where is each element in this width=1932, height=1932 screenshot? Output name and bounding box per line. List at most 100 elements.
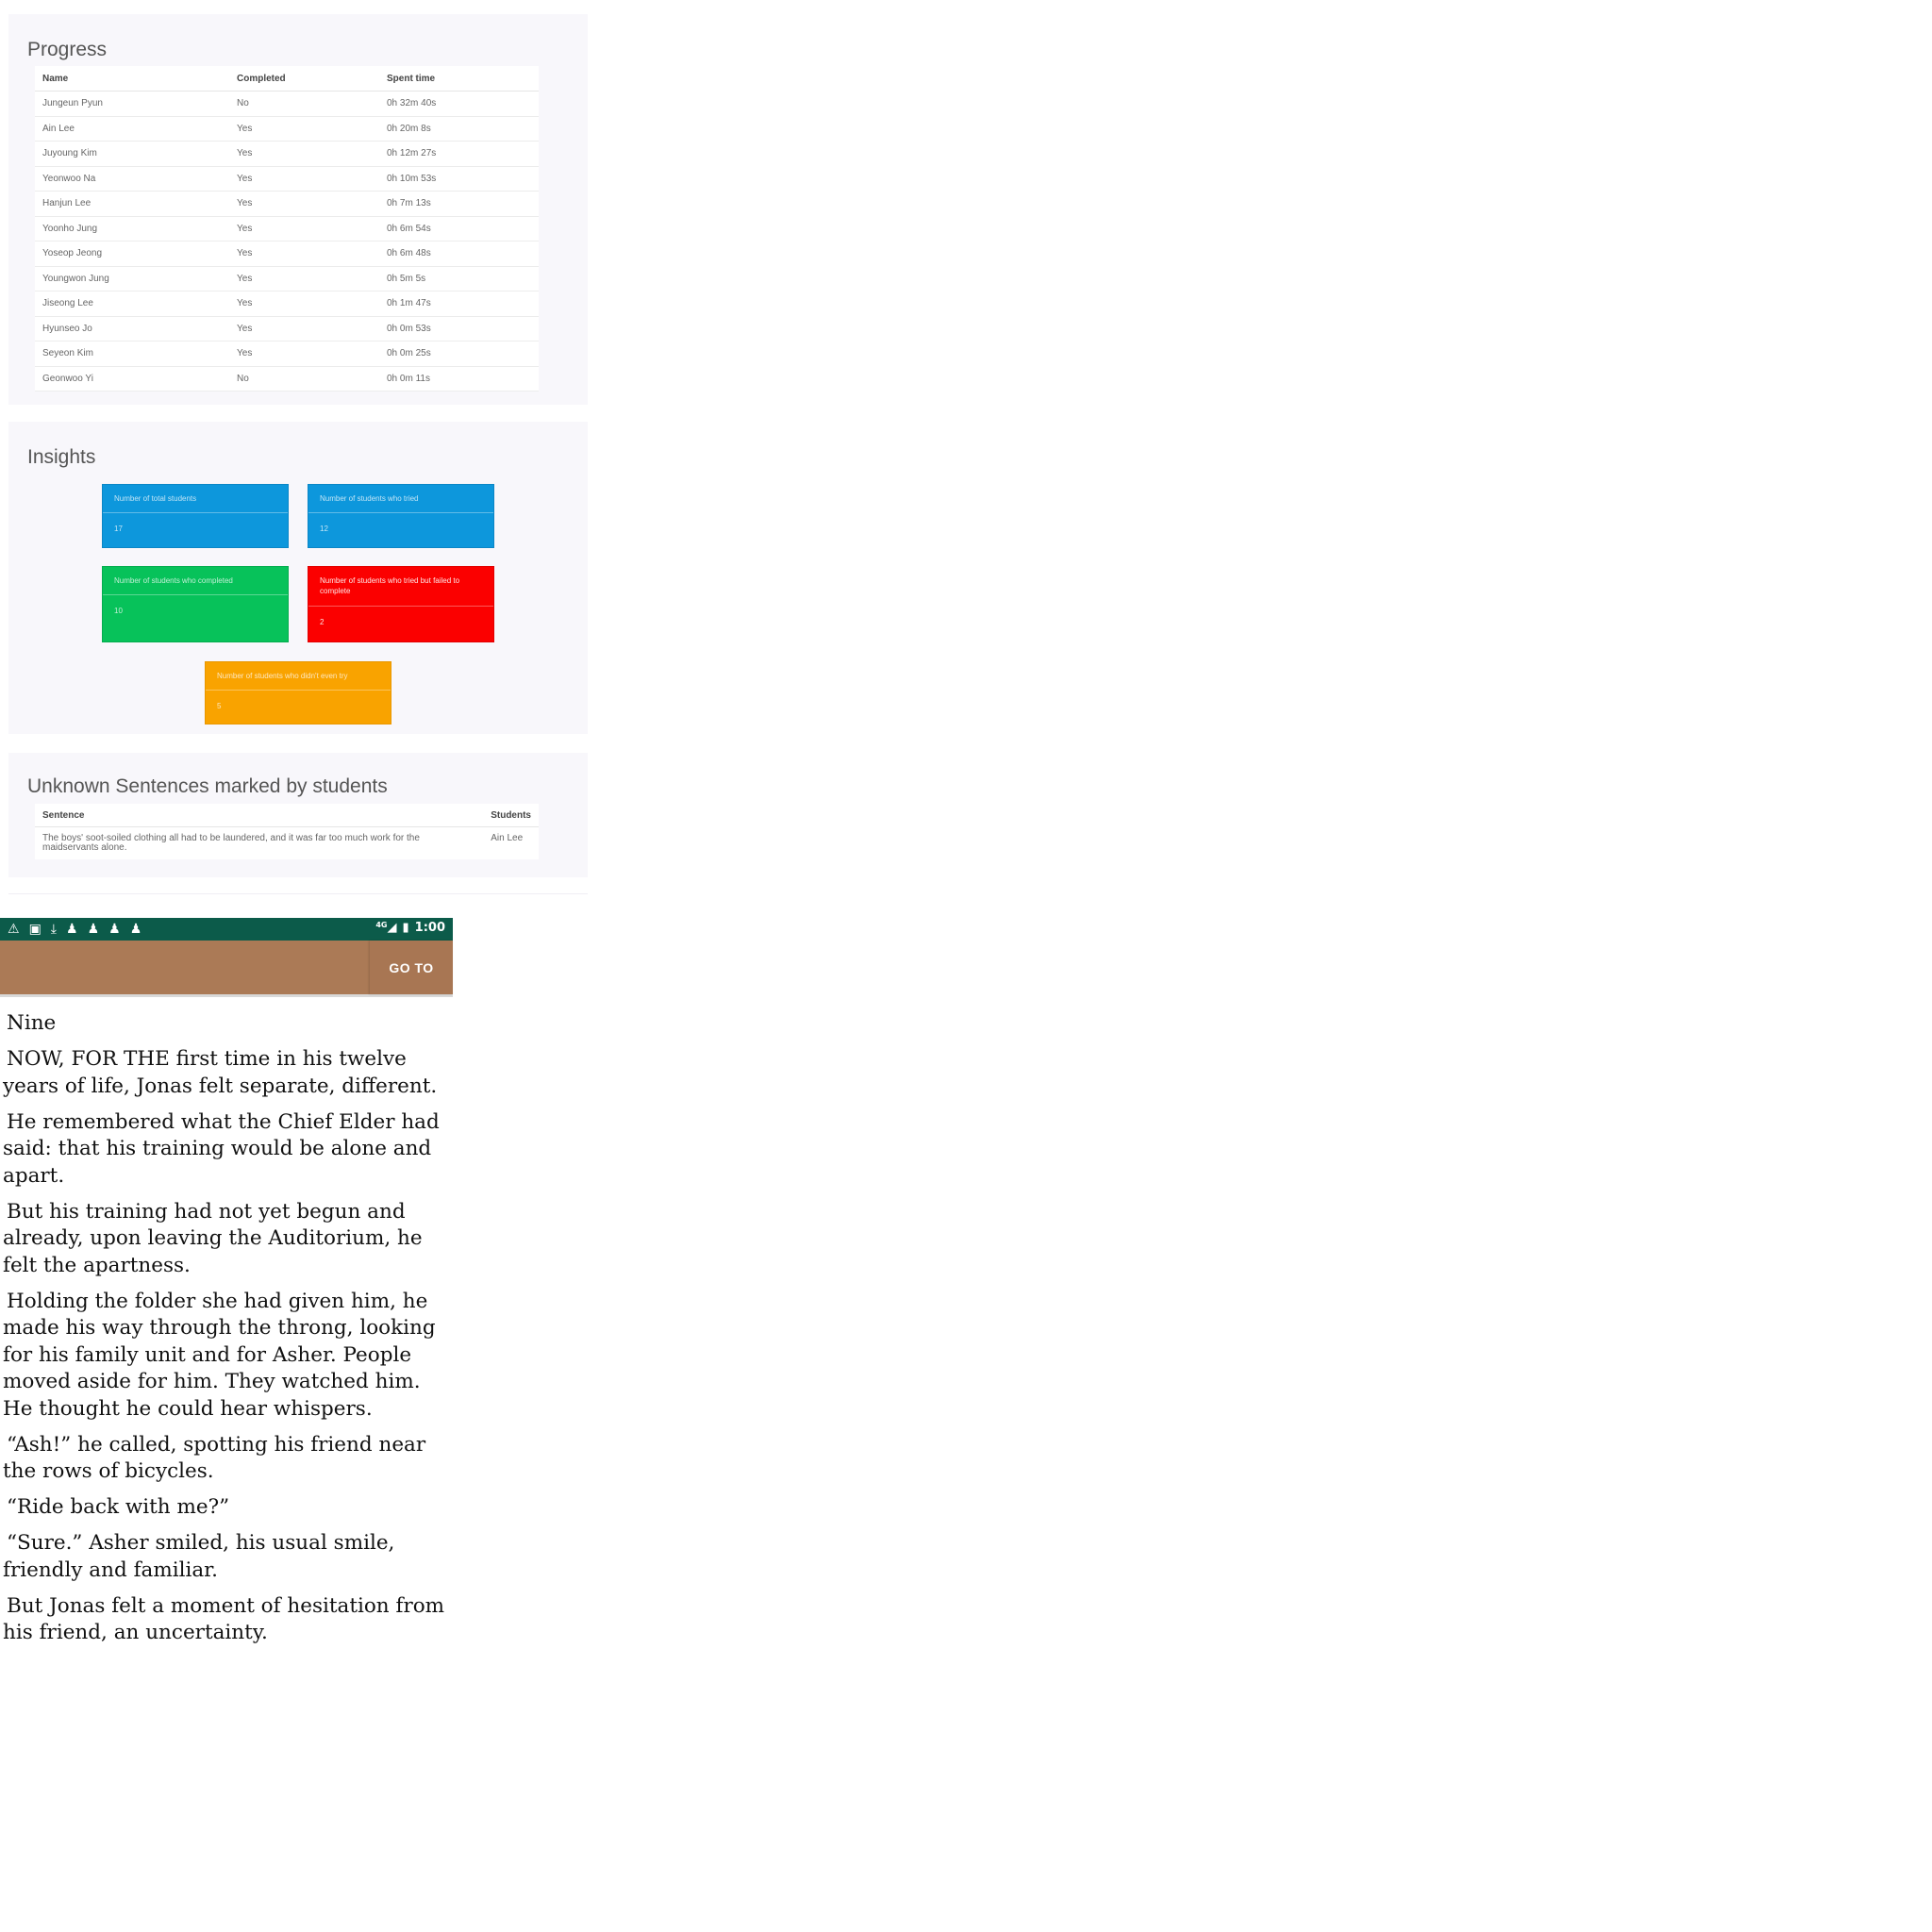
cell-completed: No (229, 91, 379, 117)
table-row: Ain Lee Yes 0h 20m 8s (35, 116, 539, 142)
cell-completed: Yes (229, 116, 379, 142)
cell-spent-time: 0h 32m 40s (379, 91, 539, 117)
cell-spent-time: 0h 7m 13s (379, 191, 539, 217)
reader-content[interactable]: Nine NOW, FOR THE first time in his twel… (0, 997, 446, 1647)
cell-spent-time: 0h 6m 54s (379, 216, 539, 242)
table-row: Jiseong Lee Yes 0h 1m 47s (35, 291, 539, 317)
cell-completed: Yes (229, 266, 379, 291)
table-row: Hyunseo Jo Yes 0h 0m 53s (35, 316, 539, 341)
paragraph: Holding the folder she had given him, he… (3, 1289, 436, 1421)
go-to-button[interactable]: GO TO (370, 941, 453, 994)
insights-title: Insights (27, 446, 96, 468)
paragraph: But Jonas felt a moment of hesitation fr… (3, 1593, 445, 1645)
table-row: Youngwon Jung Yes 0h 5m 5s (35, 266, 539, 291)
cell-name: Jungeun Pyun (35, 91, 229, 117)
table-row: Yeonwoo Na Yes 0h 10m 53s (35, 166, 539, 192)
table-header-row: Sentence Students (35, 804, 539, 827)
column-header-students: Students (483, 804, 539, 827)
unknown-sentences-title: Unknown Sentences marked by students (27, 775, 388, 797)
insight-card-total-students: Number of total students 17 (102, 484, 289, 548)
paragraph: “Ash!” he called, spotting his friend ne… (3, 1432, 426, 1484)
cell-name: Seyeon Kim (35, 341, 229, 367)
cell-completed: Yes (229, 341, 379, 367)
person-icon: ♟ (129, 922, 152, 937)
cell-name: Yoonho Jung (35, 216, 229, 242)
cell-completed: Yes (229, 291, 379, 317)
image-icon: ▣ (28, 922, 51, 937)
cell-spent-time: 0h 0m 25s (379, 341, 539, 367)
download-icon: ⤓ (50, 922, 66, 937)
insight-card-students-failed: Number of students who tried but failed … (308, 566, 494, 642)
cell-completed: Yes (229, 191, 379, 217)
cell-spent-time: 0h 20m 8s (379, 116, 539, 142)
cell-spent-time: 0h 0m 53s (379, 316, 539, 341)
table-header-row: Name Completed Spent time (35, 66, 539, 92)
person-icon: ♟ (66, 922, 88, 937)
warning-icon: ⚠ (8, 922, 29, 937)
table-row: Yoonho Jung Yes 0h 6m 54s (35, 216, 539, 242)
phone-reader-screen: ⚠▣⤓♟♟♟♟ 4G◢ ▮ 1:00 GO TO Nine NOW, FOR THE… (0, 918, 453, 1656)
cell-completed: No (229, 366, 379, 391)
cell-name: Youngwon Jung (35, 266, 229, 291)
cell-name: Hyunseo Jo (35, 316, 229, 341)
insight-card-students-completed: Number of students who completed 10 (102, 566, 289, 642)
table-row: Seyeon Kim Yes 0h 0m 25s (35, 341, 539, 367)
card-label: Number of students who tried (308, 485, 493, 513)
insights-panel: Insights Number of total students 17 Num… (8, 422, 588, 734)
paragraph: NOW, FOR THE first time in his twelve ye… (3, 1047, 438, 1098)
cell-spent-time: 0h 5m 5s (379, 266, 539, 291)
table-row: Geonwoo Yi No 0h 0m 11s (35, 366, 539, 391)
notification-icons: ⚠▣⤓♟♟♟♟ (8, 922, 151, 937)
cell-completed: Yes (229, 216, 379, 242)
table-row: Juyoung Kim Yes 0h 12m 27s (35, 141, 539, 167)
chapter-title: Nine (7, 1011, 57, 1035)
cell-completed: Yes (229, 316, 379, 341)
cell-completed: Yes (229, 141, 379, 167)
cell-spent-time: 0h 12m 27s (379, 141, 539, 167)
battery-icon: ▮ (402, 921, 409, 935)
card-value: 5 (217, 702, 222, 710)
cell-name: Ain Lee (35, 116, 229, 142)
cell-completed: Yes (229, 241, 379, 267)
progress-panel: Progress Name Completed Spent time Junge… (8, 14, 588, 405)
cell-name: Juyoung Kim (35, 141, 229, 167)
divider (8, 893, 588, 894)
system-icons: 4G◢ ▮ 1:00 (370, 921, 445, 935)
clock-time: 1:00 (414, 921, 445, 935)
cell-name: Jiseong Lee (35, 291, 229, 317)
table-row: Jungeun Pyun No 0h 32m 40s (35, 91, 539, 117)
cell-spent-time: 0h 10m 53s (379, 166, 539, 192)
insight-card-students-tried: Number of students who tried 12 (308, 484, 494, 548)
card-value: 10 (114, 607, 123, 615)
column-header-name: Name (35, 66, 229, 92)
person-icon: ♟ (87, 922, 109, 937)
progress-title: Progress (27, 39, 108, 60)
cell-name: Yoseop Jeong (35, 241, 229, 267)
network-type: 4G (375, 921, 388, 929)
card-label: Number of students who tried but failed … (308, 567, 493, 607)
unknown-sentences-panel: Unknown Sentences marked by students Sen… (8, 753, 588, 877)
paragraph: “Sure.” Asher smiled, his usual smile, f… (3, 1531, 395, 1582)
table-row: Hanjun Lee Yes 0h 7m 13s (35, 191, 539, 217)
column-header-sentence: Sentence (35, 804, 484, 827)
card-label: Number of total students (103, 485, 288, 513)
paragraph: But his training had not yet begun and a… (3, 1199, 423, 1277)
cell-name: Yeonwoo Na (35, 166, 229, 192)
progress-table: Name Completed Spent time Jungeun Pyun No… (35, 66, 539, 391)
table-row: Yoseop Jeong Yes 0h 6m 48s (35, 241, 539, 267)
cell-spent-time: 0h 1m 47s (379, 291, 539, 317)
cell-name: Geonwoo Yi (35, 366, 229, 391)
cell-spent-time: 0h 6m 48s (379, 241, 539, 267)
app-bar: GO TO (0, 941, 453, 997)
cell-students: Ain Lee (491, 833, 524, 843)
card-value: 2 (320, 618, 325, 626)
column-header-completed: Completed (229, 66, 379, 92)
signal-icon: ◢ (387, 921, 397, 935)
column-header-spent-time: Spent time (379, 66, 539, 92)
paragraph: He remembered what the Chief Elder had s… (3, 1109, 440, 1188)
card-value: 12 (320, 525, 328, 533)
card-label: Number of students who completed (103, 567, 288, 595)
person-icon: ♟ (108, 922, 130, 937)
status-bar: ⚠▣⤓♟♟♟♟ 4G◢ ▮ 1:00 (0, 918, 453, 941)
card-value: 17 (114, 525, 123, 533)
